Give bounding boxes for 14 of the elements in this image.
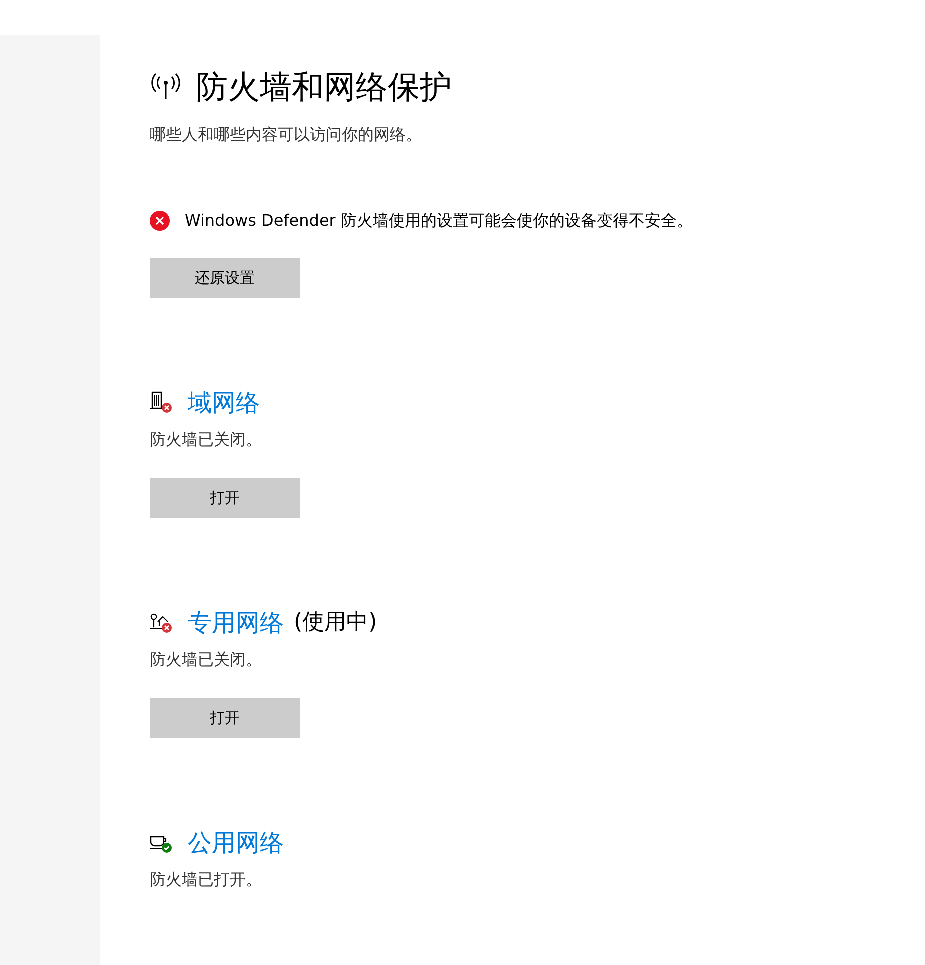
warning-message: Windows Defender 防火墙使用的设置可能会使你的设备变得不安全。 bbox=[185, 210, 693, 232]
network-link[interactable]: 域网络 bbox=[188, 387, 260, 419]
restore-settings-button[interactable]: 还原设置 bbox=[150, 258, 300, 298]
network-link[interactable]: 公用网络 bbox=[188, 827, 284, 859]
error-icon bbox=[150, 211, 170, 231]
firewall-status: 防火墙已打开。 bbox=[150, 869, 263, 891]
page-description: 哪些人和哪些内容可以访问你的网络。 bbox=[150, 124, 423, 146]
turn-on-button[interactable]: 打开 bbox=[150, 698, 300, 738]
page-title: 防火墙和网络保护 bbox=[196, 67, 452, 107]
firewall-status: 防火墙已关闭。 bbox=[150, 429, 263, 451]
turn-on-button[interactable]: 打开 bbox=[150, 478, 300, 518]
network-status-label: (使用中) bbox=[294, 609, 378, 637]
network-link[interactable]: 专用网络 bbox=[188, 607, 284, 639]
firewall-status: 防火墙已关闭。 bbox=[150, 649, 263, 671]
